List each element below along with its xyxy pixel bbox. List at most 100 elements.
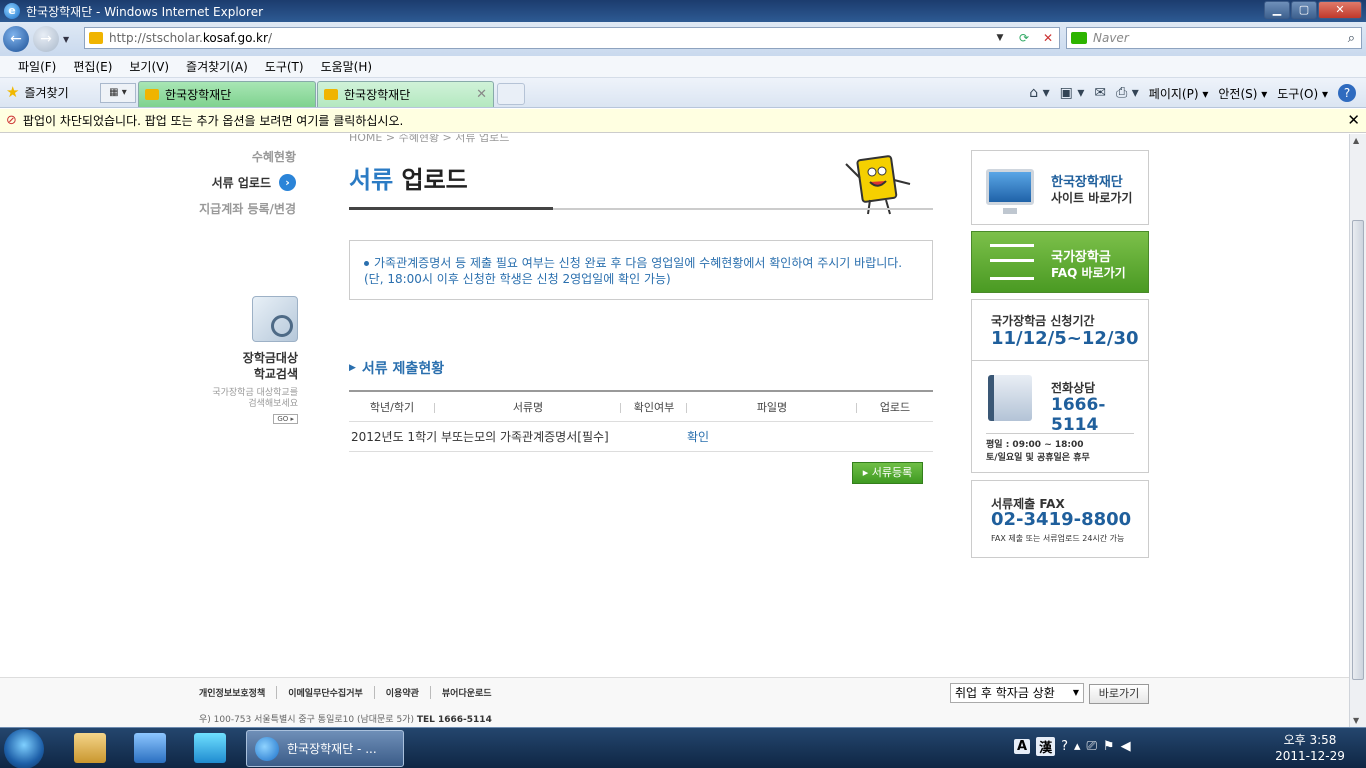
tab-1[interactable]: 한국장학재단 bbox=[138, 81, 316, 107]
phone-number: 1666-5114 bbox=[1051, 395, 1106, 435]
title-divider bbox=[349, 207, 933, 210]
command-bar: ⌂ ▾ ▣ ▾ ✉ ⎙ ▾ 페이지(P) ▾ 안전(S) ▾ 도구(O) ▾ ? bbox=[1029, 84, 1356, 102]
banner-subtitle: 사이트 바로가기 bbox=[1051, 191, 1133, 205]
monitor-icon bbox=[986, 169, 1034, 214]
address-row: ← → ▼ http://stscholar.kosaf.go.kr/ ▼ ⟳ … bbox=[0, 22, 1366, 56]
school-search-widget[interactable]: 장학금대상 학교검색 국가장학금 대상학교를 검색해보세요 GO ▸ bbox=[196, 296, 298, 424]
search-placeholder[interactable]: Naver bbox=[1093, 31, 1129, 45]
home-icon[interactable]: ⌂ ▾ bbox=[1029, 85, 1049, 101]
family-site-select[interactable]: 취업 후 학자금 상환 ▼ bbox=[950, 683, 1084, 703]
ime-hanja-indicator[interactable]: 漢 bbox=[1036, 737, 1056, 756]
ime-a-indicator[interactable]: A bbox=[1014, 739, 1031, 754]
favorites-button[interactable]: ★ 즐겨찾기 bbox=[6, 83, 69, 101]
tab-close-icon[interactable]: ✕ bbox=[476, 87, 487, 102]
help-tray-icon[interactable]: ? bbox=[1061, 739, 1068, 754]
volume-icon[interactable]: ◀ bbox=[1121, 739, 1131, 754]
menu-tools[interactable]: 도구(T) bbox=[265, 58, 304, 75]
address-dropdown-icon[interactable]: ▼ bbox=[991, 29, 1009, 47]
network-icon[interactable]: ⎚ bbox=[1087, 739, 1097, 754]
active-arrow-icon: › bbox=[279, 174, 296, 191]
tab-favicon-icon bbox=[145, 89, 159, 100]
v3-icon[interactable] bbox=[194, 733, 226, 763]
banner-title: 한국장학재단 bbox=[1051, 175, 1123, 190]
forward-button[interactable]: → bbox=[33, 26, 59, 52]
history-dropdown-icon[interactable]: ▼ bbox=[63, 35, 69, 44]
safety-menu[interactable]: 안전(S) ▾ bbox=[1218, 85, 1267, 102]
page-menu[interactable]: 페이지(P) ▾ bbox=[1149, 85, 1209, 102]
ie-icon bbox=[255, 736, 279, 761]
refresh-icon[interactable]: ⟳ bbox=[1015, 29, 1033, 47]
tab-label: 한국장학재단 bbox=[344, 88, 411, 102]
nav-item-account[interactable]: 지급계좌 등록/변경 bbox=[199, 200, 296, 217]
start-button[interactable] bbox=[4, 729, 44, 768]
scroll-up-icon[interactable]: ▲ bbox=[1353, 136, 1359, 145]
documents-table: 학년/학기 서류명 확인여부 파일명 업로드 2012년도 1학기 부또는모의 … bbox=[349, 390, 933, 452]
tray-expand-icon[interactable]: ▴ bbox=[1074, 739, 1081, 754]
taskbar-ie-item[interactable]: 한국장학재단 - ... bbox=[246, 730, 404, 767]
naver-icon bbox=[1071, 32, 1087, 44]
search-icon[interactable]: ⌕ bbox=[1348, 31, 1355, 46]
tab-2-active[interactable]: 한국장학재단 ✕ bbox=[317, 81, 494, 107]
register-document-button[interactable]: ▸ 서류등록 bbox=[852, 462, 923, 484]
vertical-scrollbar[interactable]: ▲ ▼ bbox=[1349, 134, 1366, 727]
period-value: 11/12/5~12/30 bbox=[991, 328, 1139, 349]
tab-favicon-icon bbox=[324, 89, 338, 100]
menu-file[interactable]: 파일(F) bbox=[18, 58, 56, 75]
tools-menu[interactable]: 도구(O) ▾ bbox=[1277, 85, 1328, 102]
media-player-icon[interactable] bbox=[134, 733, 166, 763]
stop-icon[interactable]: ✕ bbox=[1039, 29, 1057, 47]
section-title-text: 서류 제출현황 bbox=[361, 361, 445, 377]
nav-item-benefits[interactable]: 수혜현황 bbox=[199, 148, 296, 165]
address-bar[interactable]: http://stscholar.kosaf.go.kr/ ▼ ⟳ ✕ bbox=[84, 27, 1060, 49]
banner-phone: 전화상담 1666-5114 평일 : 09:00 ~ 18:00 토/일요일 및… bbox=[971, 361, 1149, 473]
menu-edit[interactable]: 편집(E) bbox=[73, 58, 112, 75]
document-name: 2012년도 1학기 부또는모의 가족관계증명서[필수] bbox=[351, 430, 609, 444]
notice-text: 가족관계증명서 등 제출 필요 여부는 신청 완료 후 다음 영업일에 수혜현황… bbox=[374, 256, 903, 270]
footer-link-privacy[interactable]: 개인정보보호정책 bbox=[199, 686, 278, 699]
close-button[interactable]: ✕ bbox=[1318, 1, 1362, 19]
infobar-close-icon[interactable]: ✕ bbox=[1347, 111, 1360, 129]
search-box[interactable]: Naver ⌕ bbox=[1066, 27, 1362, 49]
banner-fax: 서류제출 FAX 02-3419-8800 FAX 제출 또는 서류업로드 24… bbox=[971, 480, 1149, 558]
status-link[interactable]: 확인 bbox=[687, 428, 709, 445]
menu-help[interactable]: 도움말(H) bbox=[321, 58, 373, 75]
school-search-desc: 국가장학금 대상학교를 검색해보세요 bbox=[212, 388, 298, 409]
minimize-button[interactable]: ▁ bbox=[1264, 1, 1290, 19]
popup-blocked-infobar[interactable]: ⊘ 팝업이 차단되었습니다. 팝업 또는 추가 옵션을 보려면 여기를 클릭하십… bbox=[0, 109, 1366, 133]
page-footer: 개인정보보호정책 이메일무단수집거부 이용약관 뷰어다운로드 우) 100-75… bbox=[0, 677, 1349, 727]
explorer-icon[interactable] bbox=[74, 733, 106, 763]
notice-note: (단, 18:00시 이후 신청한 학생은 신청 2영업일에 확인 가능) bbox=[364, 272, 671, 286]
quick-tabs-button[interactable]: ▦ ▾ bbox=[100, 83, 136, 103]
scroll-thumb[interactable] bbox=[1352, 220, 1364, 680]
col-status: 확인여부 bbox=[621, 399, 687, 415]
infobar-text[interactable]: 팝업이 차단되었습니다. 팝업 또는 추가 옵션을 보려면 여기를 클릭하십시오… bbox=[23, 112, 403, 129]
scroll-down-icon[interactable]: ▼ bbox=[1353, 716, 1359, 725]
menu-favorites[interactable]: 즐겨찾기(A) bbox=[186, 58, 248, 75]
tab-bar: ★ 즐겨찾기 ▦ ▾ 한국장학재단 한국장학재단 ✕ ⌂ ▾ ▣ ▾ ✉ ⎙ ▾… bbox=[0, 78, 1366, 108]
clock[interactable]: 오후 3:58 2011-12-29 bbox=[1270, 732, 1350, 764]
footer-link-email[interactable]: 이메일무단수집거부 bbox=[288, 686, 375, 699]
banner-faq[interactable]: 국가장학금 FAQ 바로가기 bbox=[971, 231, 1149, 293]
address-url[interactable]: http://stscholar.kosaf.go.kr/ bbox=[109, 31, 272, 45]
flag-icon[interactable]: ⚑ bbox=[1103, 739, 1115, 754]
maximize-button[interactable]: ▢ bbox=[1291, 1, 1317, 19]
school-search-go-button[interactable]: GO ▸ bbox=[273, 414, 298, 424]
go-button[interactable]: 바로가기 bbox=[1089, 684, 1149, 704]
footer-link-viewer[interactable]: 뷰어다운로드 bbox=[442, 686, 503, 699]
back-button[interactable]: ← bbox=[3, 26, 29, 52]
banner-period: 국가장학금 신청기간 11/12/5~12/30 bbox=[971, 299, 1149, 361]
mail-icon[interactable]: ✉ bbox=[1094, 85, 1106, 101]
menu-view[interactable]: 보기(V) bbox=[129, 58, 169, 75]
taskbar-item-label: 한국장학재단 - ... bbox=[287, 742, 377, 756]
footer-link-terms[interactable]: 이용약관 bbox=[386, 686, 431, 699]
new-tab-button[interactable] bbox=[497, 83, 525, 105]
feeds-icon[interactable]: ▣ ▾ bbox=[1060, 85, 1085, 101]
menu-bar: 파일(F) 편집(E) 보기(V) 즐겨찾기(A) 도구(T) 도움말(H) bbox=[0, 56, 1366, 78]
help-icon[interactable]: ? bbox=[1338, 84, 1356, 102]
print-icon[interactable]: ⎙ ▾ bbox=[1116, 85, 1139, 101]
school-search-icon bbox=[252, 296, 298, 342]
banner-kosaf-site[interactable]: 한국장학재단 사이트 바로가기 bbox=[971, 150, 1149, 225]
ie-logo-icon: e bbox=[4, 3, 20, 19]
nav-item-document-upload[interactable]: 서류 업로드 › bbox=[199, 174, 296, 191]
clock-time: 오후 3:58 bbox=[1283, 733, 1337, 747]
